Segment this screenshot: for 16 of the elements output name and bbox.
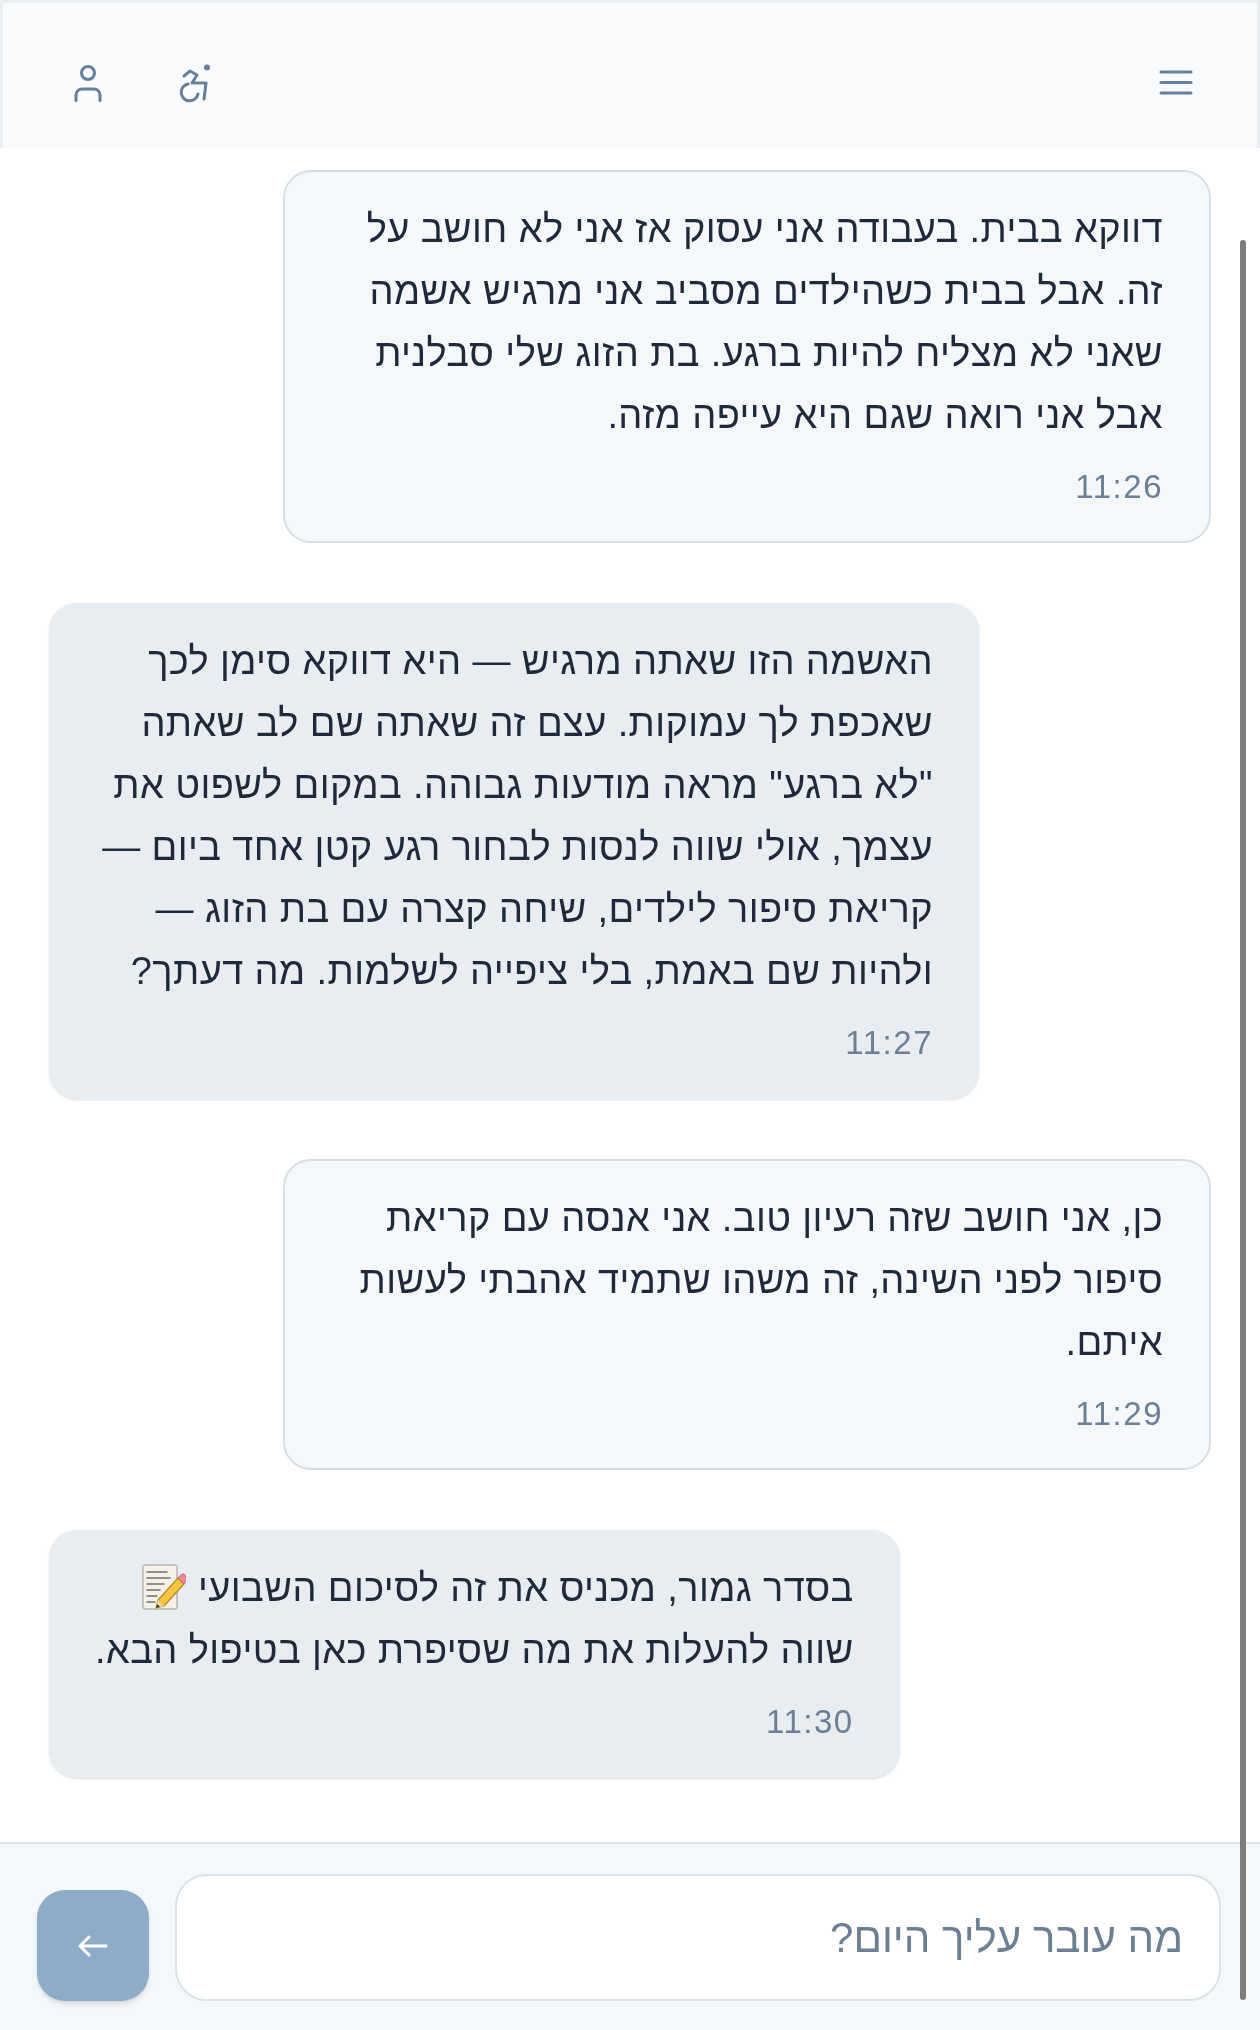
message-time: 11:26 bbox=[1075, 467, 1163, 507]
message-text: האשמה הזו שאתה מרגיש — היא דווקא סימן לכך שאכפת לך עמוקות. עצם זה שאתה שם לב שאתה "לא ברגע" מראה מודעות גבוהה. במקום לשפוט את עצמך, אולי שווה לנסות לבחור רגע קטן אחד ביום — קריאת סיפור לילדים, שיחה קצרה עם בת הזוג — ולהיות שם באמת, בלי ציפייה לשלמות. מה דעתך? bbox=[101, 639, 933, 994]
message-text: כן, אני חושב שזה רעיון טוב. אני אנסה עם קריאת סיפור לפני השינה, זה משהו שתמיד אהבתי לעשות איתם. bbox=[358, 1196, 1163, 1365]
message-input[interactable]: מה עובר עליך היום? bbox=[175, 1874, 1221, 2001]
send-button[interactable] bbox=[37, 1890, 149, 2001]
message-time: 11:30 bbox=[766, 1702, 854, 1742]
message-text: דווקא בבית. בעבודה אני עסוק אז אני לא חושב על זה. אבל בבית כשהילדים מסביב אני מרגיש אשמה שאני לא מצליח להיות ברגע. בת הזוג שלי סבלנית אבל אני רואה שגם היא עייפה מזה. bbox=[365, 207, 1163, 438]
arrow-left-icon bbox=[78, 1934, 108, 1957]
menu-icon[interactable] bbox=[1159, 70, 1193, 95]
message-time: 11:27 bbox=[845, 1023, 933, 1063]
message-time: 11:29 bbox=[1075, 1394, 1163, 1434]
scrollbar-thumb[interactable] bbox=[1240, 240, 1246, 2000]
user-icon[interactable] bbox=[73, 63, 103, 102]
message-text: שווה להעלות את מה שסיפרת כאן בטיפול הבא. bbox=[95, 1628, 854, 1673]
message-text: בסדר גמור, מכניס את זה לסיכום השבועי bbox=[198, 1566, 854, 1611]
accessibility-icon[interactable] bbox=[179, 62, 213, 103]
